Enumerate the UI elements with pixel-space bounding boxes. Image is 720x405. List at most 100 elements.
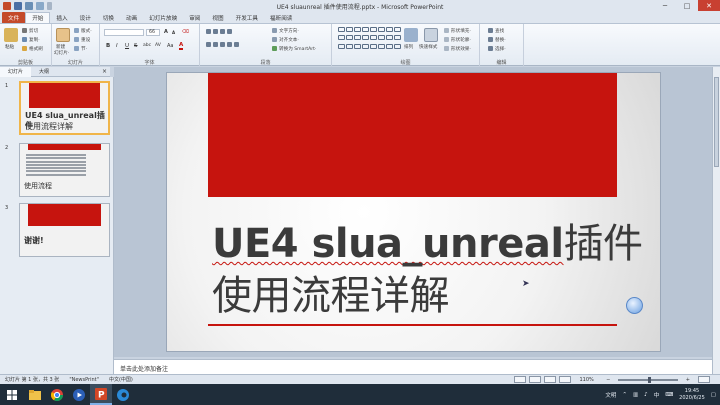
zoom-in-button[interactable]: + xyxy=(681,377,695,383)
tab-outline-panel[interactable]: 大纲 xyxy=(31,67,57,77)
section-button[interactable]: 节· xyxy=(74,46,87,52)
powerpoint-taskbar-icon[interactable]: P xyxy=(90,384,112,405)
clock[interactable]: 19:45 2020/6/25 xyxy=(679,388,705,402)
cut-button[interactable]: 剪切 xyxy=(22,28,38,34)
char-spacing-button[interactable]: AV xyxy=(155,43,161,48)
minimize-button[interactable]: ─ xyxy=(654,0,676,11)
close-panel-icon[interactable]: × xyxy=(102,68,110,75)
find-button[interactable]: 查找 xyxy=(488,28,504,34)
shrink-font-button[interactable]: A xyxy=(172,30,175,35)
edge-icon[interactable] xyxy=(112,384,134,405)
bullets-button[interactable] xyxy=(206,29,232,34)
font-size-box[interactable]: 66 xyxy=(146,29,160,36)
zoom-level[interactable]: 110% xyxy=(574,377,598,383)
new-slide-icon[interactable] xyxy=(56,28,70,42)
tab-view[interactable]: 视图 xyxy=(206,12,229,23)
scrollbar-thumb[interactable] xyxy=(714,77,719,167)
replace-button[interactable]: 替换· xyxy=(488,37,506,43)
close-button[interactable]: ✕ xyxy=(698,0,720,11)
status-language[interactable]: 中文(中国) xyxy=(104,376,138,383)
format-painter-button[interactable]: 格式刷 xyxy=(22,46,43,52)
maximize-button[interactable]: □ xyxy=(676,0,698,11)
smartart-button[interactable]: 转换为 SmartArt· xyxy=(272,46,316,52)
volume-icon[interactable]: ♪ xyxy=(644,392,648,398)
windows-start-icon[interactable] xyxy=(0,384,24,405)
tray-chevron-icon[interactable]: ⌃ xyxy=(622,392,627,398)
slide-red-banner xyxy=(208,73,617,197)
slide-title-underline xyxy=(208,324,617,326)
tab-design[interactable]: 设计 xyxy=(74,12,97,23)
paste-icon[interactable] xyxy=(4,28,18,42)
vertical-scrollbar[interactable] xyxy=(712,67,720,374)
reading-view-button[interactable] xyxy=(544,376,557,383)
slide-thumbnail-1[interactable]: UE4 slua_unreal插件 使用流程详解 xyxy=(19,81,110,135)
quick-styles-icon[interactable] xyxy=(424,28,438,42)
font-name-box[interactable] xyxy=(104,29,144,36)
text-direction-button[interactable]: 文字方向· xyxy=(272,28,299,34)
tab-slides-panel[interactable]: 幻灯片 xyxy=(0,66,32,77)
shapes-gallery[interactable] xyxy=(338,27,401,51)
italic-button[interactable]: I xyxy=(116,43,118,49)
ribbon-tabs: 文件 开始 插入 设计 切换 动画 幻灯片放映 审阅 视图 开发工具 福昕阅读 xyxy=(0,11,720,23)
tab-review[interactable]: 审阅 xyxy=(183,12,206,23)
thumb-red-block xyxy=(29,83,100,108)
font-color-button[interactable]: A xyxy=(179,42,184,50)
notification-icon[interactable]: ▢ xyxy=(711,392,716,398)
new-slide-dropdown[interactable]: 幻灯片· xyxy=(54,50,69,56)
keyboard-icon[interactable]: ⌨ xyxy=(665,392,673,398)
slideshow-button[interactable] xyxy=(559,376,572,383)
chrome-icon[interactable] xyxy=(46,384,68,405)
media-player-icon[interactable] xyxy=(68,384,90,405)
network-icon[interactable]: ▥ xyxy=(633,392,638,398)
tab-developer[interactable]: 开发工具 xyxy=(230,12,264,23)
select-arrow-icon xyxy=(488,46,493,51)
tab-insert[interactable]: 插入 xyxy=(50,12,73,23)
arrange-button[interactable]: 排列 xyxy=(404,44,413,50)
shape-fill-button[interactable]: 形状填充· xyxy=(444,28,471,34)
strikethrough-button[interactable]: S xyxy=(134,43,138,49)
ime-indicator[interactable]: 中 xyxy=(654,391,660,399)
layout-button[interactable]: 版式· xyxy=(74,28,92,34)
tab-animations[interactable]: 动画 xyxy=(120,12,143,23)
align-text-button[interactable]: 对齐文本· xyxy=(272,37,299,43)
tab-foxit[interactable]: 福昕阅读 xyxy=(264,12,298,23)
reset-button[interactable]: 重设 xyxy=(74,37,90,43)
arrange-icon[interactable] xyxy=(404,28,418,42)
new-slide-button[interactable]: 新建 xyxy=(56,44,65,50)
floating-assistant-icon[interactable] xyxy=(626,297,643,314)
tab-slideshow[interactable]: 幻灯片放映 xyxy=(143,12,183,23)
slide-thumbnail-3[interactable]: 谢谢! xyxy=(19,203,110,257)
slide-title-line2: 使用流程详解 xyxy=(212,273,449,319)
clear-format-icon[interactable]: ⌫ xyxy=(182,29,189,35)
zoom-out-button[interactable]: ─ xyxy=(602,377,615,383)
tab-home[interactable]: 开始 xyxy=(25,12,51,23)
slide-canvas[interactable]: UE4 slua_unreal插件 使用流程详解 ➤ xyxy=(166,72,661,352)
change-case-button[interactable]: Aa xyxy=(167,43,173,49)
shadow-button[interactable]: abc xyxy=(143,43,151,48)
fit-slide-button[interactable] xyxy=(698,376,710,383)
slide-thumbnail-2[interactable]: 使用流程 xyxy=(19,143,110,197)
paste-button[interactable]: 粘贴 xyxy=(5,44,14,50)
quick-styles-button[interactable]: 快速样式 xyxy=(419,44,437,50)
notes-pane[interactable]: 单击此处添加备注 xyxy=(114,359,712,374)
zoom-slider[interactable] xyxy=(617,376,678,383)
shape-outline-button[interactable]: 形状轮廓· xyxy=(444,37,471,43)
group-drawing: 排列 快速样式 形状填充· 形状轮廓· 形状效果· 绘图 xyxy=(332,24,480,67)
copy-button[interactable]: 复制· xyxy=(22,37,40,43)
group-editing: 查找 替换· 选择· 编辑 xyxy=(480,24,524,67)
file-explorer-icon[interactable] xyxy=(24,384,46,405)
underline-button[interactable]: U xyxy=(125,43,129,49)
slide-title-cn1: 插件 xyxy=(563,221,644,267)
shape-effects-button[interactable]: 形状效果· xyxy=(444,46,471,52)
normal-view-button[interactable] xyxy=(514,376,527,383)
slide-title[interactable]: UE4 slua_unreal插件 使用流程详解 xyxy=(212,218,643,322)
tab-file[interactable]: 文件 xyxy=(2,12,26,23)
tab-transitions[interactable]: 切换 xyxy=(97,12,120,23)
select-button[interactable]: 选择· xyxy=(488,46,506,52)
tray-text[interactable]: 文明 xyxy=(605,391,616,399)
slide-sorter-button[interactable] xyxy=(529,376,542,383)
slide-title-en: UE4 slua_unreal xyxy=(212,221,564,267)
align-buttons[interactable] xyxy=(206,42,239,47)
grow-font-button[interactable]: A xyxy=(164,29,168,35)
bold-button[interactable]: B xyxy=(106,43,110,49)
